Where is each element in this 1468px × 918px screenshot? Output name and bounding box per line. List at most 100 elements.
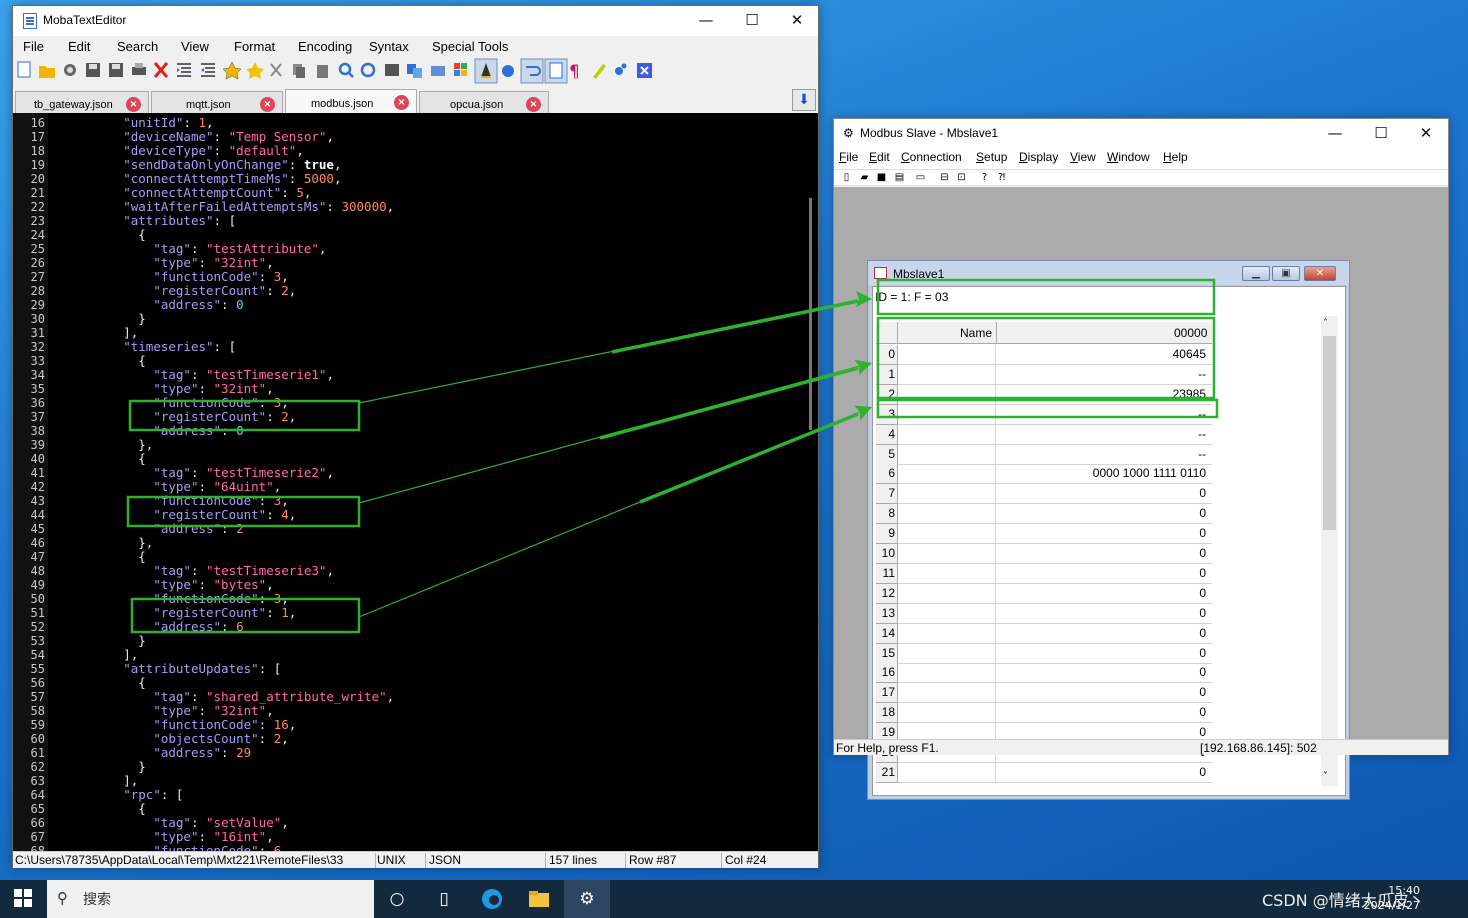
register-value-cell[interactable]: 0: [996, 703, 1208, 723]
register-name-cell[interactable]: [898, 504, 996, 525]
register-name-cell[interactable]: [898, 524, 996, 545]
register-value-cell[interactable]: 0: [996, 564, 1208, 584]
register-row[interactable]: 6 0000 1000 1111 0110: [876, 464, 1212, 485]
menu-file[interactable]: File: [839, 150, 858, 164]
tab-close-icon[interactable]: ×: [394, 95, 409, 110]
tab-close-icon[interactable]: ×: [126, 97, 141, 112]
cortana-icon[interactable]: ○: [386, 888, 408, 910]
menu-view[interactable]: View: [181, 39, 209, 54]
title-bar[interactable]: MobaTextEditor — ☐ ✕: [13, 6, 818, 36]
register-value-cell[interactable]: 40645: [996, 345, 1208, 365]
maximize-button[interactable]: ☐: [1358, 119, 1404, 149]
register-row[interactable]: 21 0: [876, 762, 1212, 783]
register-row[interactable]: 90: [876, 524, 1212, 545]
register-name-cell[interactable]: [898, 424, 996, 445]
tab-close-icon[interactable]: ×: [260, 97, 275, 112]
tab-close-icon[interactable]: ×: [526, 97, 541, 112]
register-value-cell[interactable]: --: [996, 365, 1208, 385]
register-value-cell[interactable]: 0: [996, 663, 1208, 683]
register-name-cell[interactable]: [898, 444, 996, 465]
register-row[interactable]: 12 0: [876, 583, 1212, 604]
menu-syntax[interactable]: Syntax: [369, 39, 409, 54]
register-value-cell[interactable]: 0: [996, 544, 1208, 564]
menu-file[interactable]: File: [23, 39, 44, 54]
register-name-cell[interactable]: [898, 703, 996, 724]
register-value-cell[interactable]: 0: [996, 604, 1208, 624]
tab-scroll-arrow-icon[interactable]: ⬇: [792, 89, 816, 111]
register-name-cell[interactable]: [898, 544, 996, 564]
save-icon[interactable]: ■: [875, 171, 888, 184]
menu-format[interactable]: Format: [234, 39, 275, 54]
menu-connection[interactable]: Connection: [901, 150, 962, 164]
child-minimize-button[interactable]: ▁: [1242, 266, 1270, 281]
mbslave1-child-window[interactable]: Mbslave1 ▁ ▣ ✕ ID = 1: F = 03 Name 00000…: [867, 260, 1350, 800]
title-bar[interactable]: ⚙ Modbus Slave - Mbslave1 — ☐ ✕: [834, 119, 1448, 149]
register-row[interactable]: 5 --: [876, 444, 1212, 465]
modbus-taskbar-button[interactable]: ⚙: [564, 880, 610, 918]
menu-setup[interactable]: Setup: [976, 150, 1007, 164]
register-name-cell[interactable]: [898, 643, 996, 664]
register-row[interactable]: 13 0: [876, 603, 1212, 624]
register-row[interactable]: 17 0: [876, 683, 1212, 704]
menu-edit[interactable]: Edit: [68, 39, 90, 54]
code-editor[interactable]: 16 17 18 19 20 21 22 23 24 25 26 27 28 29 30 31 32 33 34 35…: [13, 113, 818, 851]
edge-browser-icon[interactable]: [481, 888, 503, 910]
register-name-cell[interactable]: [898, 404, 996, 425]
register-row[interactable]: 0 40645: [876, 345, 1212, 365]
register-value-cell[interactable]: 0: [996, 584, 1208, 604]
register-value-cell[interactable]: 23985: [996, 385, 1208, 405]
register-value-cell[interactable]: 0: [996, 524, 1208, 544]
connect-icon[interactable]: ⊟: [938, 171, 951, 184]
vertical-scrollbar[interactable]: [809, 198, 812, 430]
register-name-cell[interactable]: [898, 623, 996, 644]
tab-tb_gateway[interactable]: tb_gateway.json ×: [15, 91, 149, 114]
register-grid[interactable]: Name 00000 0 40645 1 -- 2 23985 3 -- 4 -- 5 -- 6 0000…: [876, 322, 1212, 787]
tab-modbus[interactable]: modbus.json ×: [285, 89, 417, 114]
register-value-cell[interactable]: 0: [996, 504, 1208, 524]
windows-start-icon[interactable]: [12, 888, 34, 910]
help-icon[interactable]: ?: [978, 171, 991, 184]
menu-encoding[interactable]: Encoding: [298, 39, 352, 54]
register-value-cell[interactable]: --: [996, 405, 1208, 425]
register-row[interactable]: 3 --: [876, 404, 1212, 425]
register-name-cell[interactable]: [898, 762, 996, 783]
register-row[interactable]: 11 0: [876, 563, 1212, 584]
scroll-down-icon[interactable]: ˅: [1323, 771, 1328, 782]
register-name-cell[interactable]: [898, 484, 996, 505]
disconnect-icon[interactable]: ⊡: [955, 171, 968, 184]
close-button[interactable]: ✕: [1403, 119, 1449, 149]
new-icon[interactable]: ▯: [840, 171, 853, 184]
close-button[interactable]: ✕: [774, 6, 820, 36]
print-icon[interactable]: ▤: [893, 171, 906, 184]
minimize-button[interactable]: —: [1312, 119, 1358, 149]
child-title-bar[interactable]: Mbslave1 ▁ ▣ ✕: [868, 261, 1349, 285]
menu-special-tools[interactable]: Special Tools: [432, 39, 508, 54]
register-row[interactable]: 16 0: [876, 663, 1212, 684]
maximize-button[interactable]: ☐: [729, 6, 775, 36]
register-row[interactable]: 4 --: [876, 424, 1212, 445]
register-row[interactable]: 2 23985: [876, 384, 1212, 405]
register-name-cell[interactable]: [898, 364, 996, 385]
menu-view[interactable]: View: [1070, 150, 1096, 164]
register-name-cell[interactable]: [898, 683, 996, 704]
register-row[interactable]: 80: [876, 504, 1212, 525]
register-value-cell[interactable]: --: [996, 445, 1208, 465]
register-name-cell[interactable]: [898, 603, 996, 624]
menu-help[interactable]: Help: [1163, 150, 1188, 164]
register-value-cell[interactable]: --: [996, 425, 1208, 445]
file-explorer-icon[interactable]: [528, 888, 550, 910]
menu-search[interactable]: Search: [117, 39, 158, 54]
register-value-cell[interactable]: 0: [996, 484, 1208, 504]
register-row[interactable]: 14 0: [876, 623, 1212, 644]
task-view-icon[interactable]: ▯: [433, 888, 455, 910]
tab-opcua[interactable]: opcua.json ×: [419, 91, 549, 114]
register-row[interactable]: 10 0: [876, 544, 1212, 564]
taskbar-search[interactable]: ⚲ 搜索: [47, 880, 374, 918]
register-name-cell[interactable]: [898, 563, 996, 584]
child-close-button[interactable]: ✕: [1304, 266, 1336, 281]
menu-window[interactable]: Window: [1107, 150, 1150, 164]
register-name-cell[interactable]: [898, 384, 996, 405]
menu-edit[interactable]: Edit: [869, 150, 890, 164]
menu-display[interactable]: Display: [1019, 150, 1058, 164]
scroll-up-icon[interactable]: ˄: [1323, 318, 1328, 329]
